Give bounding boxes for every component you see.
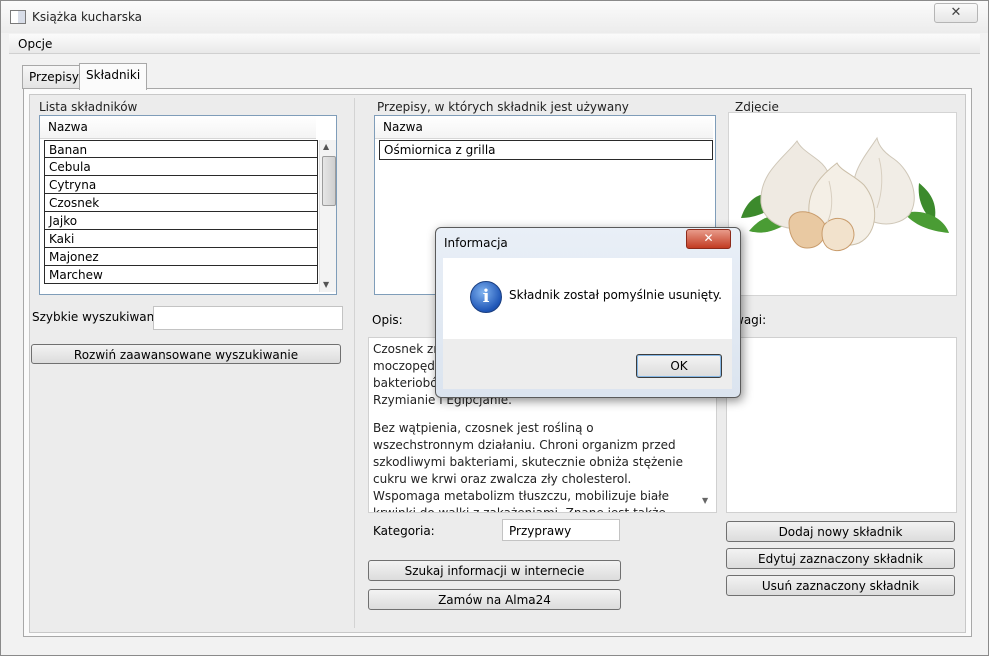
ingredients-group-label: Lista składników (39, 100, 138, 114)
list-item[interactable]: Cebula (44, 158, 318, 176)
delete-ingredient-button[interactable]: Usuń zaznaczony składnik (726, 575, 955, 596)
list-item[interactable]: Cytryna (44, 176, 318, 194)
info-icon: i (470, 281, 502, 313)
garlic-image (741, 136, 949, 251)
ingredients-scrollbar[interactable]: ▲ ▼ (319, 140, 336, 292)
scroll-up-icon[interactable]: ▲ (323, 142, 329, 151)
search-internet-button[interactable]: Szukaj informacji w internecie (368, 560, 621, 581)
ok-button[interactable]: OK (636, 354, 722, 378)
description-paragraph: Bez wątpienia, czosnek jest rośliną o ws… (373, 421, 684, 513)
window-close-button[interactable]: ✕ (934, 3, 978, 23)
scroll-down-icon[interactable]: ▼ (323, 280, 329, 289)
app-icon (10, 10, 26, 24)
list-item[interactable]: Banan (44, 140, 318, 158)
description-label: Opis: (372, 313, 403, 327)
tab-ingredients[interactable]: Składniki (79, 63, 148, 90)
ingredients-list[interactable]: Nazwa Banan Cebula Cytryna Czosnek Jajko… (39, 115, 337, 295)
title-bar: Książka kucharska ✕ (1, 1, 988, 33)
menu-bar: Opcje (9, 34, 980, 54)
quick-search-label: Szybkie wyszukiwanie: (32, 310, 170, 324)
add-ingredient-button[interactable]: Dodaj nowy składnik (726, 521, 955, 542)
list-item[interactable]: Majonez (44, 248, 318, 266)
scrollbar-thumb[interactable] (322, 156, 336, 206)
info-dialog: Informacja ✕ i Składnik został pomyślnie… (435, 227, 741, 398)
dialog-footer: OK (443, 339, 732, 389)
list-item[interactable]: Marchew (44, 266, 318, 284)
scroll-down-icon[interactable]: ▼ (702, 496, 708, 505)
list-item[interactable]: Ośmiornica z grilla (379, 140, 713, 160)
dialog-close-button[interactable]: ✕ (686, 229, 731, 249)
quick-search-input[interactable] (153, 306, 343, 330)
advanced-search-button[interactable]: Rozwiń zaawansowane wyszukiwanie (31, 344, 341, 364)
dialog-message: Składnik został pomyślnie usunięty. (509, 288, 722, 302)
dialog-title: Informacja (444, 236, 508, 250)
category-label: Kategoria: (373, 524, 435, 538)
list-item[interactable]: Kaki (44, 230, 318, 248)
window-title: Książka kucharska (32, 10, 143, 24)
tab-recipes[interactable]: Przepisy (22, 65, 86, 89)
menu-options[interactable]: Opcje (18, 37, 52, 51)
list-item[interactable]: Jajko (44, 212, 318, 230)
ingredients-column-header[interactable]: Nazwa (40, 116, 316, 139)
list-item[interactable]: Czosnek (44, 194, 318, 212)
ingredients-rows: Banan Cebula Cytryna Czosnek Jajko Kaki … (44, 140, 318, 284)
order-alma-button[interactable]: Zamów na Alma24 (368, 589, 621, 610)
main-window: Książka kucharska ✕ Opcje Przepisy Skład… (0, 0, 989, 656)
edit-ingredient-button[interactable]: Edytuj zaznaczony składnik (726, 548, 955, 569)
recipes-group-label: Przepisy, w których składnik jest używan… (377, 100, 629, 114)
category-field[interactable]: Przyprawy (502, 519, 620, 541)
column-divider (354, 98, 355, 628)
notes-textarea[interactable] (726, 337, 957, 513)
recipes-column-header[interactable]: Nazwa (375, 116, 713, 139)
garlic-photo (728, 112, 957, 296)
dialog-content: i Składnik został pomyślnie usunięty. (443, 258, 732, 339)
